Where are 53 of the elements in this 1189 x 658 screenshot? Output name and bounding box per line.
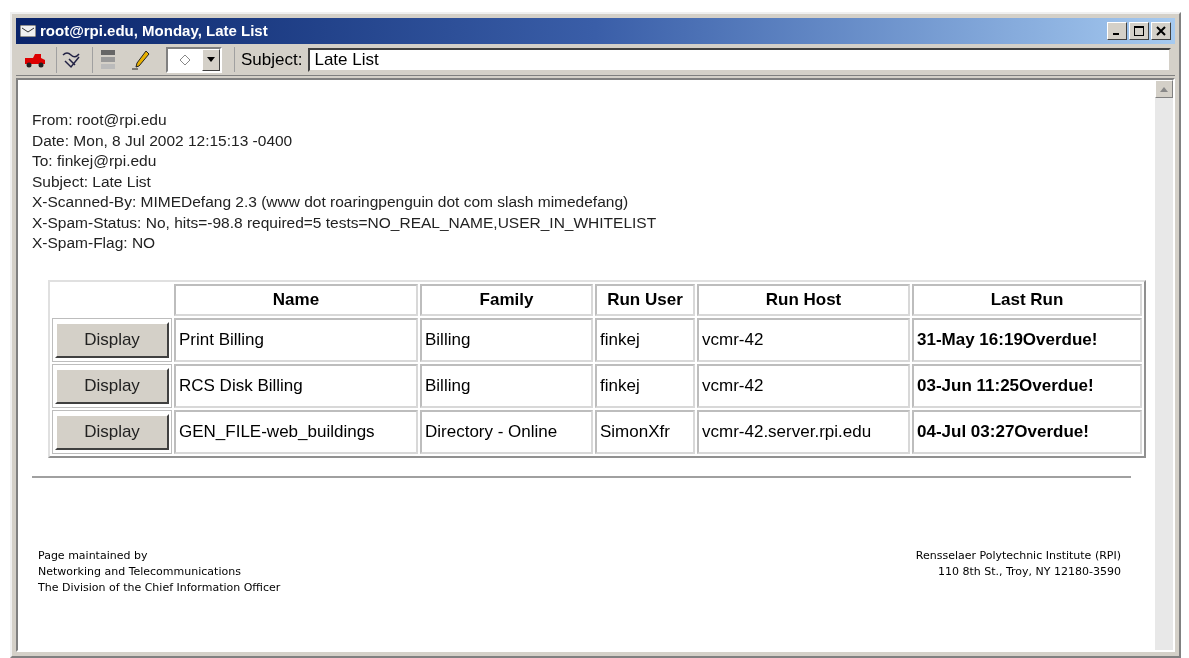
close-icon <box>1156 26 1166 36</box>
scribble-icon <box>60 50 83 69</box>
table-cell: 31-May 16:19Overdue! <box>912 317 1142 362</box>
header-line: To: finkej@rpi.edu <box>32 151 158 171</box>
table-cell: vcmr-42 <box>697 363 910 408</box>
maximize-button[interactable] <box>1129 22 1149 40</box>
header-line: X-Spam-Status: No, hits=-98.8 required=5 tests=NO_REAL_NAME,USER_IN_WHITELIST <box>32 212 658 233</box>
column-header: Run Host <box>697 283 910 316</box>
envelope-icon <box>20 25 36 37</box>
footer-line: Page maintained by <box>38 547 149 564</box>
pencil-icon <box>132 49 150 70</box>
table-cell: vcmr-42.server.rpi.edu <box>697 409 910 454</box>
table-cell: Directory - Online <box>420 409 593 454</box>
table-cell: vcmr-42 <box>697 317 910 362</box>
footer-line: Networking and Telecommunications <box>38 563 242 580</box>
column-header: Last Run <box>912 283 1142 316</box>
header-line: From: root@rpi.edu <box>32 110 168 130</box>
subject-label: Subject: <box>234 46 303 73</box>
scroll-up-button[interactable] <box>1155 80 1173 98</box>
display-button[interactable]: Display <box>55 413 169 450</box>
table-cell: Billing <box>420 363 593 408</box>
footer-line: The Division of the Chief Information Officer <box>38 579 281 596</box>
column-header: Family <box>420 283 593 316</box>
table-cell: finkej <box>595 363 695 408</box>
table-cell: finkej <box>595 317 695 362</box>
minimize-button[interactable] <box>1107 22 1127 40</box>
column-header: Name <box>174 283 418 316</box>
maximize-icon <box>1134 26 1144 36</box>
priority-dropdown[interactable] <box>166 46 222 73</box>
header-line: Date: Mon, 8 Jul 2002 12:15:13 -0400 <box>32 130 294 151</box>
display-button[interactable]: Display <box>55 367 169 404</box>
table-cell: 04-Jul 03:27Overdue! <box>912 409 1142 454</box>
footer-line: 110 8th St., Troy, NY 12180-3590 <box>936 563 1121 580</box>
column-header: Run User <box>595 283 695 316</box>
table-cell: SimonXfr <box>595 409 695 454</box>
close-button[interactable] <box>1151 22 1171 40</box>
truck-icon <box>23 51 47 68</box>
diamond-icon <box>179 53 191 66</box>
table-cell: 03-Jun 11:25Overdue! <box>912 363 1142 408</box>
header-line: X-Spam-Flag: NO <box>32 233 157 253</box>
stamp-icon <box>98 48 117 71</box>
table-cell: Print Billing <box>174 317 418 362</box>
header-line: Subject: Late List <box>32 171 152 192</box>
footer-line: Rensselaer Polytechnic Institute (RPI) <box>915 547 1121 564</box>
window-title: root@rpi.edu, Monday, Late List <box>40 20 268 41</box>
up-arrow-icon <box>1160 86 1168 92</box>
table-cell: Billing <box>420 317 593 362</box>
display-button[interactable]: Display <box>55 321 169 358</box>
caret-icon <box>207 57 215 62</box>
subject-field[interactable]: Late List <box>308 47 1171 72</box>
table-cell: GEN_FILE-web_buildings <box>174 409 418 454</box>
header-line: X-Scanned-By: MIMEDefang 2.3 (www dot roaringpenguin dot com slash mimedefang) <box>32 192 630 212</box>
table-cell: RCS Disk Billing <box>174 363 418 408</box>
